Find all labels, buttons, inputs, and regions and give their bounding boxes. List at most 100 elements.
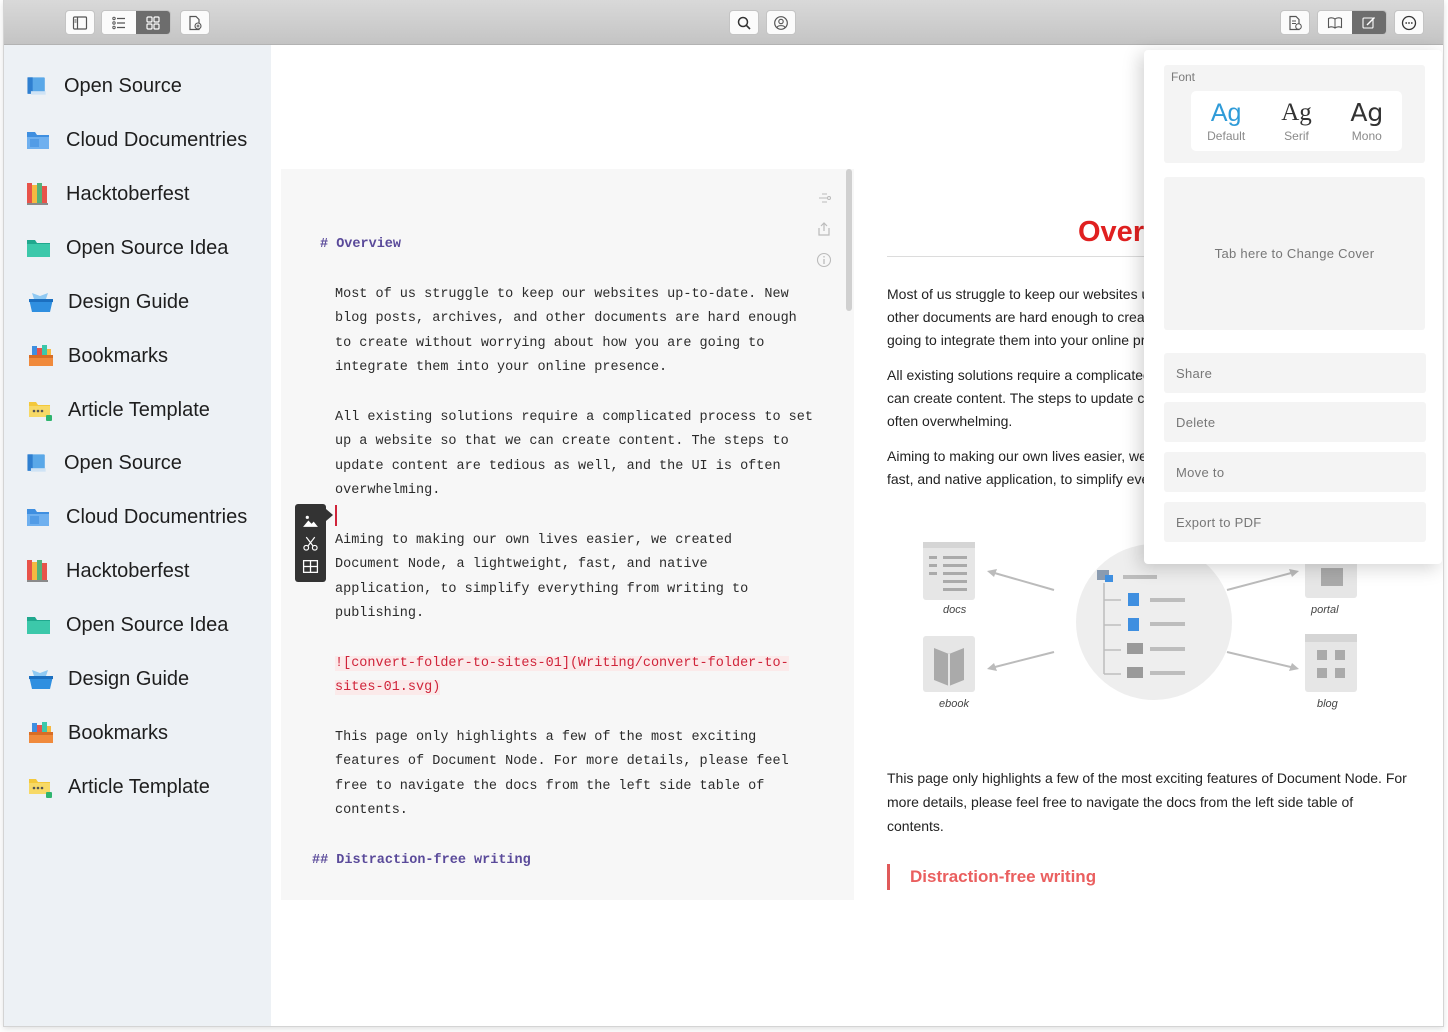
app-window: Open Source Cloud Documentries Hacktober… xyxy=(3,0,1444,1027)
sidebar-item-label: Cloud Documentries xyxy=(66,505,248,528)
sidebar-item-design-guide-2[interactable]: Design Guide xyxy=(24,659,189,699)
sidebar-item-cloud-documentries[interactable]: Cloud Documentries xyxy=(24,120,247,160)
edit-mode-icon[interactable] xyxy=(1352,11,1386,34)
preview-line: All existing solutions require a complic… xyxy=(887,367,1151,383)
ebook-label: ebook xyxy=(939,698,969,710)
sidebar-item-label: Open Source Idea xyxy=(66,613,229,636)
font-picker: Font Ag Default Ag Serif Ag Mono xyxy=(1164,65,1425,163)
editor-scrollbar[interactable] xyxy=(846,169,852,311)
search-icon[interactable] xyxy=(729,10,759,35)
account-icon[interactable] xyxy=(766,10,796,35)
editor-line: up a website so that we can create conte… xyxy=(335,434,789,449)
font-name: Default xyxy=(1207,129,1246,143)
font-sample: Ag xyxy=(1350,98,1384,127)
docs-label: docs xyxy=(943,604,967,616)
font-name: Serif xyxy=(1284,129,1309,143)
yellow-folder-icon xyxy=(29,402,52,421)
cut-icon[interactable] xyxy=(302,535,319,552)
blue-book-icon xyxy=(27,77,46,95)
blog-node xyxy=(1305,634,1357,692)
open-box-icon xyxy=(29,293,53,312)
sidebar-item-cloud-documentries-2[interactable]: Cloud Documentries xyxy=(24,497,247,537)
sidebar-item-hacktoberfest[interactable]: Hacktoberfest xyxy=(24,174,189,214)
editor-line: contents. xyxy=(335,803,408,818)
blue-book-icon xyxy=(27,454,46,472)
sidebar-toggle-icon[interactable] xyxy=(65,10,95,35)
bookmark-books-icon xyxy=(29,722,53,743)
export-pdf-button[interactable]: Export to PDF xyxy=(1164,502,1426,542)
editor-line: update content are tedious as well, and … xyxy=(335,459,781,474)
change-cover-area[interactable]: Tab here to Change Cover xyxy=(1164,177,1425,330)
editor-line: integrate them into your online presence… xyxy=(335,360,668,375)
document-info-icon[interactable] xyxy=(1280,10,1310,35)
preview-line: fast, and native application, to simplif… xyxy=(887,471,1154,487)
portal-label: portal xyxy=(1310,604,1339,616)
font-option-default[interactable]: Ag Default xyxy=(1191,91,1261,151)
sidebar-item-open-source-2[interactable]: Open Source xyxy=(24,443,182,483)
font-option-mono[interactable]: Ag Mono xyxy=(1332,91,1402,151)
sidebar-item-label: Article Template xyxy=(68,775,210,798)
preview-subheading: Distraction-free writing xyxy=(887,864,1096,890)
sidebar-item-label: Hacktoberfest xyxy=(66,559,190,582)
bookmark-books-icon xyxy=(29,345,53,366)
sidebar-item-article-template-2[interactable]: Article Template xyxy=(24,767,210,807)
sidebar-item-open-source-idea-2[interactable]: Open Source Idea xyxy=(24,605,228,645)
font-option-serif[interactable]: Ag Serif xyxy=(1261,91,1331,151)
editor-image-markdown: sites-01.svg) xyxy=(335,680,441,695)
yellow-folder-icon xyxy=(29,779,52,798)
sidebar-item-open-source-idea[interactable]: Open Source Idea xyxy=(24,228,228,268)
sidebar-item-bookmarks[interactable]: Bookmarks xyxy=(24,336,168,376)
editor-line: Most of us struggle to keep our websites… xyxy=(335,287,789,302)
sidebar-item-label: Open Source Idea xyxy=(66,236,229,259)
preview-line: contents. xyxy=(887,818,944,834)
open-box-icon xyxy=(29,670,53,689)
info-icon[interactable] xyxy=(816,252,832,268)
more-options-icon[interactable] xyxy=(1394,10,1424,35)
sidebar-item-label: Design Guide xyxy=(68,290,190,313)
insert-table-icon[interactable] xyxy=(302,558,319,575)
sidebar-item-label: Design Guide xyxy=(68,667,190,690)
view-switcher xyxy=(101,10,171,35)
editor-line: application, to simplify everything from… xyxy=(335,582,749,597)
docs-node xyxy=(923,542,975,600)
editor-line: All existing solutions require a complic… xyxy=(335,410,813,425)
grid-view-icon[interactable] xyxy=(136,11,170,34)
preview-line: other documents are hard enough to creat… xyxy=(887,309,1157,325)
blog-label: blog xyxy=(1317,698,1339,710)
sidebar-item-hacktoberfest-2[interactable]: Hacktoberfest xyxy=(24,551,189,591)
outline-icon[interactable] xyxy=(816,190,832,206)
teal-folder-icon xyxy=(27,617,50,634)
sidebar: Open Source Cloud Documentries Hacktober… xyxy=(4,45,271,1026)
delete-button[interactable]: Delete xyxy=(1164,402,1426,442)
share-icon[interactable] xyxy=(816,221,832,237)
preview-divider xyxy=(887,256,1157,257)
font-sample: Ag xyxy=(1281,99,1312,126)
new-document-icon[interactable] xyxy=(180,10,210,35)
editor-line: free to navigate the docs from the left … xyxy=(335,779,765,794)
preview-line: more details, please feel free to naviga… xyxy=(887,794,1354,810)
sidebar-item-label: Bookmarks xyxy=(68,344,169,367)
font-caption: Font xyxy=(1171,70,1196,84)
reading-mode-icon[interactable] xyxy=(1318,11,1352,34)
move-to-button[interactable]: Move to xyxy=(1164,452,1426,492)
sidebar-item-label: Bookmarks xyxy=(68,721,169,744)
insert-toolbar-pointer xyxy=(326,509,333,521)
editor-line: blog posts, archives, and other document… xyxy=(335,311,797,326)
preview-line: This page only highlights a few of the m… xyxy=(887,770,1407,786)
editor-line: Aiming to making our own lives easier, w… xyxy=(335,533,732,548)
share-button[interactable]: Share xyxy=(1164,353,1426,393)
insert-image-icon[interactable] xyxy=(302,512,319,529)
sidebar-item-label: Open Source xyxy=(64,74,182,97)
sidebar-item-bookmarks-2[interactable]: Bookmarks xyxy=(24,713,168,753)
list-view-icon[interactable] xyxy=(102,11,136,34)
document-settings-popover: Font Ag Default Ag Serif Ag Mono Tab her… xyxy=(1144,50,1442,564)
colorful-books-icon xyxy=(27,183,48,205)
preview-line: often overwhelming. xyxy=(887,413,1013,429)
sidebar-item-design-guide[interactable]: Design Guide xyxy=(24,282,189,322)
editor-heading-overview: # Overview xyxy=(320,237,402,252)
sidebar-item-article-template[interactable]: Article Template xyxy=(24,390,210,430)
sidebar-item-open-source[interactable]: Open Source xyxy=(24,66,182,106)
editor-line: Document Node, a lightweight, fast, and … xyxy=(335,557,708,572)
preview-line: can create content. The steps to update … xyxy=(887,390,1153,406)
font-name: Mono xyxy=(1351,129,1382,143)
